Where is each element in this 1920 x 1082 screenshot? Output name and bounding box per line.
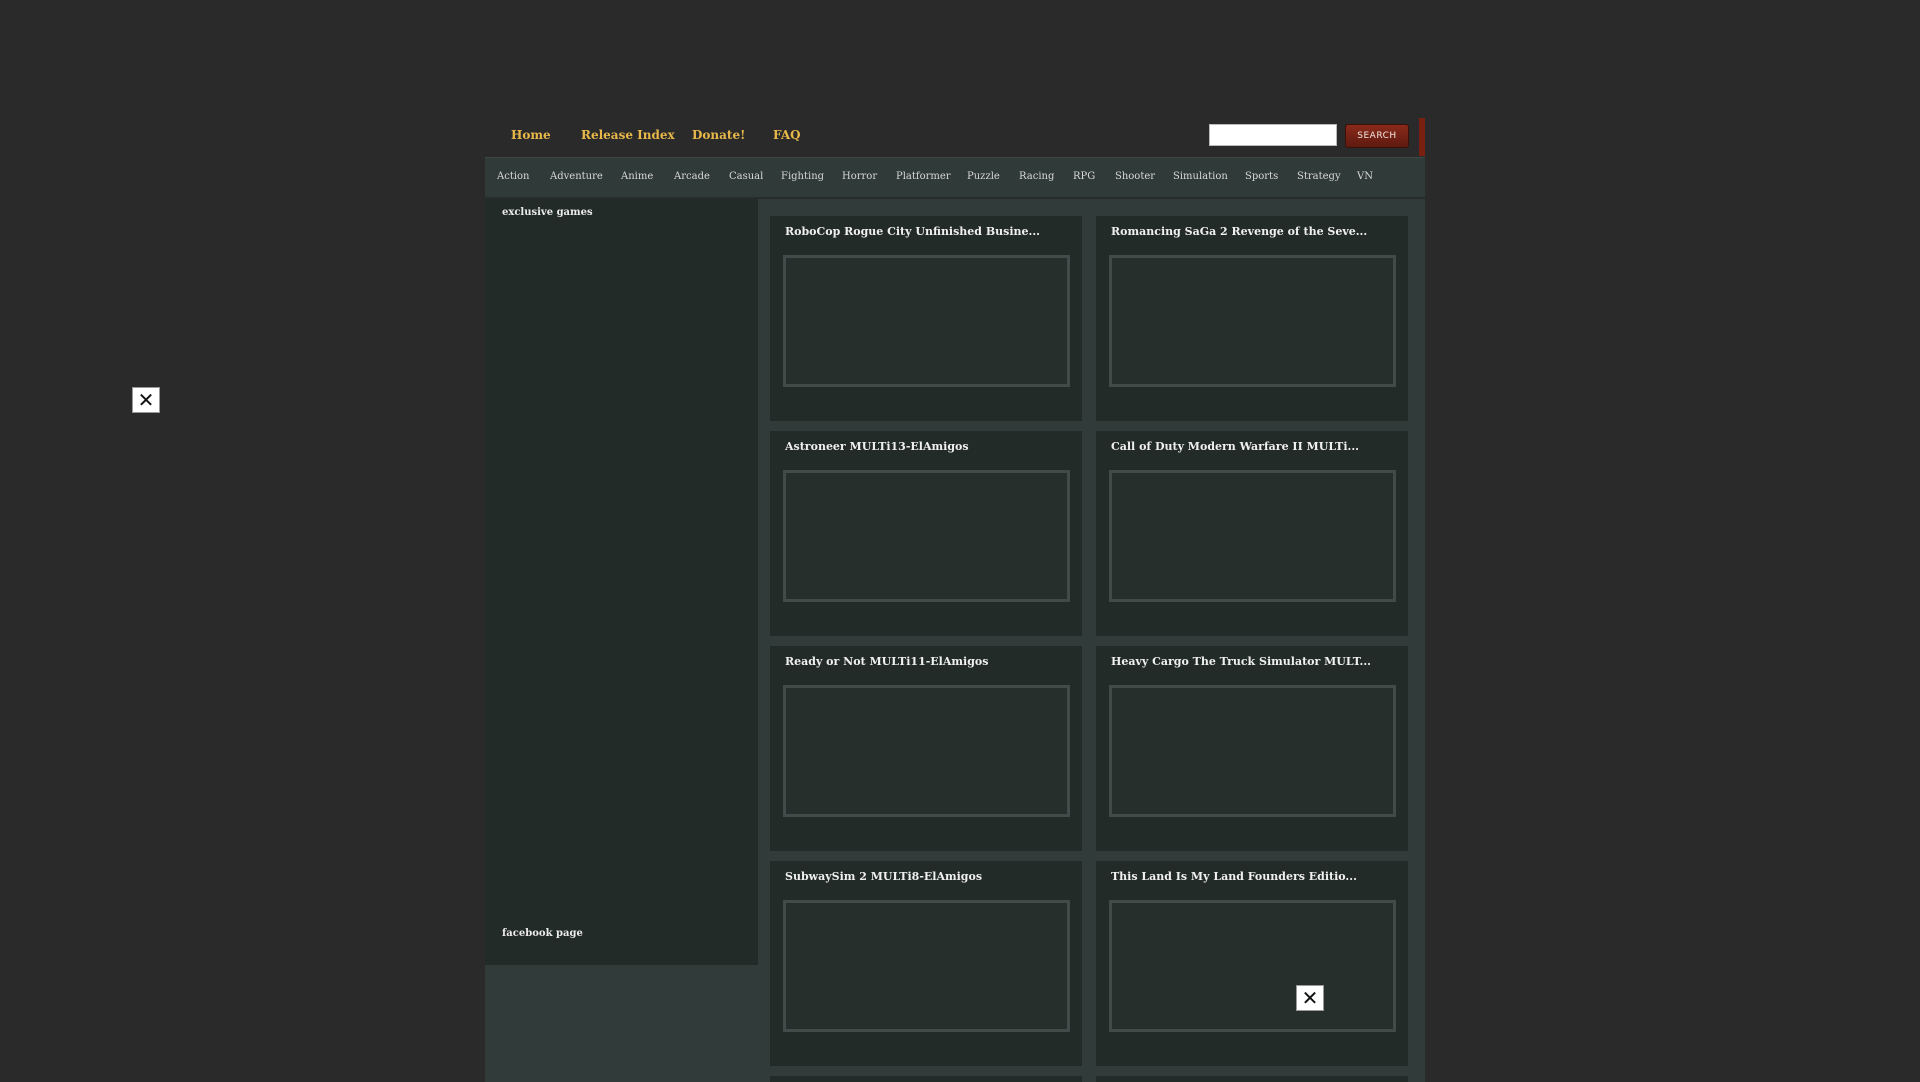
game-card-thumbnail[interactable] [783, 255, 1070, 387]
category-adventure[interactable]: Adventure [550, 171, 603, 182]
search-button[interactable]: SEARCH [1345, 124, 1409, 148]
category-platformer[interactable]: Platformer [896, 171, 951, 182]
game-card-title[interactable]: RoboCop Rogue City Unfinished Busine... [785, 225, 1075, 238]
nav-home-link[interactable]: Home [511, 128, 551, 142]
category-anime[interactable]: Anime [621, 171, 653, 182]
nav-donate-link[interactable]: Donate! [692, 128, 745, 142]
game-card[interactable]: SubwaySim 2 MULTi8-ElAmigos [770, 861, 1082, 1066]
category-puzzle[interactable]: Puzzle [967, 171, 1000, 182]
game-card-title[interactable]: Ready or Not MULTi11-ElAmigos [785, 655, 1075, 668]
game-card[interactable] [1096, 1076, 1408, 1082]
category-vn[interactable]: VN [1357, 171, 1373, 182]
game-card[interactable]: RoboCop Rogue City Unfinished Busine... [770, 216, 1082, 421]
nav-faq-link[interactable]: FAQ [773, 128, 801, 142]
game-card-title[interactable]: Heavy Cargo The Truck Simulator MULT... [1111, 655, 1401, 668]
game-card[interactable] [770, 1076, 1082, 1082]
category-fighting[interactable]: Fighting [781, 171, 824, 182]
site-container: Home Release Index Donate! FAQ SEARCH Ac… [485, 116, 1425, 1082]
facebook-page-heading: facebook page [502, 928, 583, 939]
game-card-thumbnail[interactable] [1109, 255, 1396, 387]
game-card-title[interactable]: Astroneer MULTi13-ElAmigos [785, 440, 1075, 453]
game-card[interactable]: Heavy Cargo The Truck Simulator MULT... [1096, 646, 1408, 851]
category-action[interactable]: Action [497, 171, 530, 182]
search-input[interactable] [1209, 124, 1337, 146]
close-icon: ✕ [137, 388, 155, 412]
sidebar-panel: exclusive games facebook page [485, 199, 758, 965]
game-card-title[interactable]: SubwaySim 2 MULTi8-ElAmigos [785, 870, 1075, 883]
game-card[interactable]: Ready or Not MULTi11-ElAmigos [770, 646, 1082, 851]
game-card-title[interactable]: Call of Duty Modern Warfare II MULTi... [1111, 440, 1401, 453]
game-card[interactable]: Romancing SaGa 2 Revenge of the Seve... [1096, 216, 1408, 421]
category-casual[interactable]: Casual [729, 171, 763, 182]
game-card[interactable]: Call of Duty Modern Warfare II MULTi... [1096, 431, 1408, 636]
category-simulation[interactable]: Simulation [1173, 171, 1228, 182]
main-content: RoboCop Rogue City Unfinished Busine... … [758, 199, 1425, 1082]
game-card-title[interactable]: This Land Is My Land Founders Editio... [1111, 870, 1401, 883]
category-horror[interactable]: Horror [842, 171, 877, 182]
game-card[interactable]: Astroneer MULTi13-ElAmigos [770, 431, 1082, 636]
category-rpg[interactable]: RPG [1073, 171, 1095, 182]
game-card-title[interactable]: Romancing SaGa 2 Revenge of the Seve... [1111, 225, 1401, 238]
category-bar: Action Adventure Anime Arcade Casual Fig… [485, 157, 1425, 198]
game-card-thumbnail[interactable] [783, 470, 1070, 602]
sidebar: exclusive games facebook page [485, 199, 758, 1082]
category-arcade[interactable]: Arcade [674, 171, 710, 182]
game-card-thumbnail[interactable] [783, 685, 1070, 817]
ad-close-button[interactable]: ✕ [1296, 985, 1324, 1011]
nav-release-index-link[interactable]: Release Index [581, 128, 675, 142]
category-shooter[interactable]: Shooter [1115, 171, 1155, 182]
top-navigation: Home Release Index Donate! FAQ SEARCH [485, 116, 1425, 156]
game-card-thumbnail[interactable] [1109, 470, 1396, 602]
game-card-thumbnail[interactable] [783, 900, 1070, 1032]
game-card-thumbnail[interactable] [1109, 900, 1396, 1032]
exclusive-games-heading: exclusive games [502, 207, 593, 218]
category-sports[interactable]: Sports [1245, 171, 1278, 182]
nav-edge-accent [1419, 118, 1425, 156]
game-card-thumbnail[interactable] [1109, 685, 1396, 817]
close-icon: ✕ [1301, 986, 1319, 1010]
game-card[interactable]: This Land Is My Land Founders Editio... [1096, 861, 1408, 1066]
ad-close-button[interactable]: ✕ [132, 387, 160, 413]
category-strategy[interactable]: Strategy [1297, 171, 1341, 182]
category-racing[interactable]: Racing [1019, 171, 1054, 182]
